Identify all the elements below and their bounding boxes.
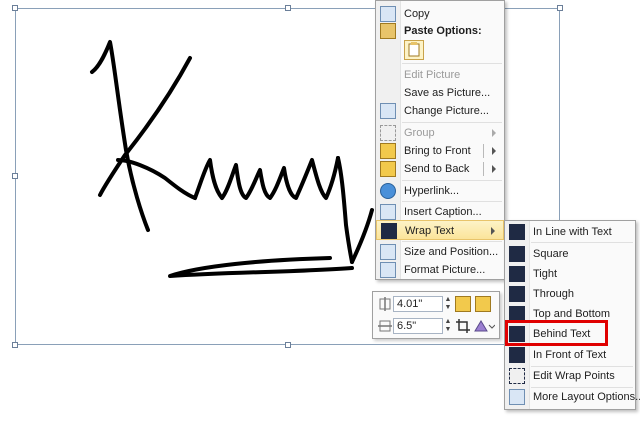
paste-keep-format-button[interactable]: [404, 40, 424, 60]
menu-item-save-as-picture[interactable]: Save as Picture...: [376, 83, 504, 103]
wrap-option-in-front-of-text[interactable]: In Front of Text: [505, 345, 635, 365]
context-menu: Copy Paste Options: Edit Picture Save as…: [375, 0, 505, 280]
copy-icon: [380, 6, 396, 22]
bring-to-front-icon: [380, 143, 396, 159]
tight-wrap-icon: [509, 266, 525, 282]
layout-options-icon: [509, 389, 525, 405]
wrap-text-submenu: In Line with Text Square Tight Through T…: [504, 220, 640, 410]
submenu-arrow-icon[interactable]: [492, 165, 496, 173]
submenu-arrow-icon[interactable]: [492, 147, 496, 155]
square-wrap-icon: [509, 246, 525, 262]
menu-item-change-picture[interactable]: Change Picture...: [376, 101, 504, 121]
submenu-arrow-icon: [491, 227, 495, 235]
shape-height-icon: [377, 296, 393, 312]
size-position-icon: [380, 244, 396, 260]
send-backward-icon[interactable]: [475, 296, 491, 312]
split-divider: [483, 144, 484, 158]
menu-item-paste-options: Paste Options:: [376, 21, 504, 41]
in-line-with-text-icon: [509, 224, 525, 240]
menu-separator: [531, 242, 633, 243]
hyperlink-icon: [380, 183, 396, 199]
more-layout-options[interactable]: More Layout Options...: [505, 387, 640, 407]
bring-forward-icon[interactable]: [455, 296, 471, 312]
wrap-text-icon: [381, 223, 397, 239]
menu-item-send-to-back[interactable]: Send to Back: [376, 159, 504, 179]
wrap-option-in-line[interactable]: In Line with Text: [505, 222, 635, 242]
highlight-annotation-box: [505, 320, 608, 346]
group-icon: [380, 125, 396, 141]
through-wrap-icon: [509, 286, 525, 302]
wrap-option-square[interactable]: Square: [505, 244, 635, 264]
menu-item-wrap-text[interactable]: Wrap Text: [376, 220, 504, 240]
insert-caption-icon: [380, 204, 396, 220]
menu-item-bring-to-front[interactable]: Bring to Front: [376, 141, 504, 161]
wrap-option-tight[interactable]: Tight: [505, 264, 635, 284]
shape-width-input[interactable]: 6.5": [393, 318, 443, 334]
shape-width-icon: [377, 318, 393, 334]
picture-styles-icon[interactable]: [473, 318, 496, 334]
format-picture-icon: [380, 262, 396, 278]
edit-wrap-points[interactable]: Edit Wrap Points: [505, 366, 635, 386]
split-divider: [483, 162, 484, 176]
send-to-back-icon: [380, 161, 396, 177]
mini-toolbar: 4.01" ▲ ▼ 6.5" ▲ ▼: [372, 291, 500, 339]
edit-wrap-points-icon: [509, 368, 525, 384]
submenu-arrow-icon: [492, 129, 496, 137]
height-spinner[interactable]: ▲ ▼: [443, 296, 453, 312]
in-front-of-text-icon: [509, 347, 525, 363]
menu-separator: [402, 63, 502, 64]
wrap-option-through[interactable]: Through: [505, 284, 635, 304]
menu-item-format-picture[interactable]: Format Picture...: [376, 260, 504, 280]
width-spinner[interactable]: ▲ ▼: [443, 318, 453, 334]
crop-icon[interactable]: [455, 318, 471, 334]
shape-height-input[interactable]: 4.01": [393, 296, 443, 312]
change-picture-icon: [380, 103, 396, 119]
menu-item-edit-picture[interactable]: Edit Picture: [376, 65, 504, 85]
paste-icon: [380, 23, 396, 39]
menu-item-group[interactable]: Group: [376, 123, 504, 143]
menu-item-size-and-position[interactable]: Size and Position...: [376, 242, 504, 262]
menu-item-insert-caption[interactable]: Insert Caption...: [376, 202, 504, 222]
menu-item-hyperlink[interactable]: Hyperlink...: [376, 181, 504, 201]
